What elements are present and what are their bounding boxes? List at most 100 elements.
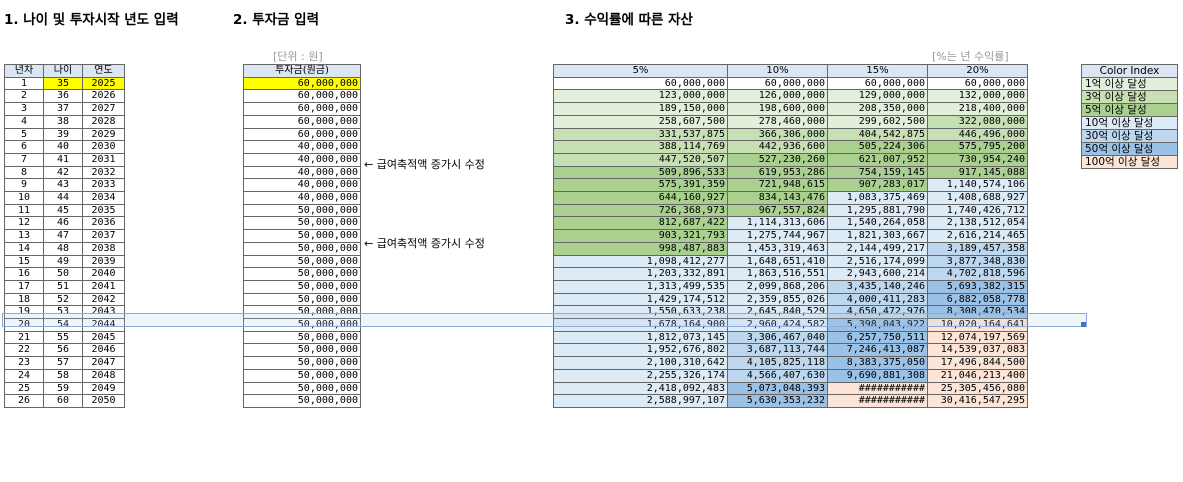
cell-rate-20[interactable]: 1,140,574,106 [927, 178, 1028, 193]
cell-year-index[interactable]: 1 [4, 76, 44, 91]
cell-rate-5[interactable]: 1,678,164,900 [553, 318, 728, 332]
cell-rate-5[interactable]: 388,114,769 [553, 140, 728, 154]
cell-rate-15[interactable]: 1,295,881,790 [827, 203, 928, 218]
cell-investment[interactable]: 50,000,000 [243, 216, 361, 231]
cell-rate-5[interactable]: 123,000,000 [553, 89, 728, 104]
cell-year-index[interactable]: 12 [4, 216, 44, 231]
cell-year-index[interactable]: 3 [4, 102, 44, 116]
cell-age[interactable]: 55 [43, 330, 83, 345]
cell-rate-5[interactable]: 644,160,927 [553, 191, 728, 205]
cell-rate-15[interactable]: ########### [827, 394, 928, 408]
cell-rate-20[interactable]: 10,020,164,641 [927, 318, 1028, 332]
cell-year[interactable]: 2036 [82, 216, 125, 231]
cell-year[interactable]: 2042 [82, 292, 125, 307]
cell-year-index[interactable]: 16 [4, 267, 44, 281]
cell-year[interactable]: 2029 [82, 127, 125, 142]
cell-age[interactable]: 43 [43, 178, 83, 193]
cell-year[interactable]: 2033 [82, 178, 125, 193]
cell-rate-5[interactable]: 2,255,326,174 [553, 368, 728, 383]
cell-rate-5[interactable]: 2,418,092,483 [553, 381, 728, 396]
cell-rate-10[interactable]: 278,460,000 [727, 114, 828, 129]
cell-age[interactable]: 44 [43, 191, 83, 205]
header-rate-5[interactable]: 5% [553, 64, 728, 78]
cell-investment[interactable]: 60,000,000 [243, 114, 361, 129]
cell-rate-10[interactable]: 834,143,476 [727, 191, 828, 205]
cell-age[interactable]: 41 [43, 152, 83, 167]
cell-year-index[interactable]: 19 [4, 305, 44, 320]
cell-rate-20[interactable]: 132,000,000 [927, 89, 1028, 104]
cell-year[interactable]: 2037 [82, 229, 125, 243]
cell-rate-15[interactable]: 621,007,952 [827, 152, 928, 167]
cell-year[interactable]: 2048 [82, 368, 125, 383]
cell-rate-15[interactable]: 8,383,375,050 [827, 356, 928, 370]
cell-year-index[interactable]: 23 [4, 356, 44, 370]
cell-rate-20[interactable]: 8,308,470,534 [927, 305, 1028, 320]
cell-rate-15[interactable]: 2,943,600,214 [827, 267, 928, 281]
cell-rate-15[interactable]: 1,540,264,058 [827, 216, 928, 231]
cell-rate-20[interactable]: 322,080,000 [927, 114, 1028, 129]
cell-rate-5[interactable]: 258,607,500 [553, 114, 728, 129]
cell-investment[interactable]: 50,000,000 [243, 292, 361, 307]
cell-rate-5[interactable]: 447,520,507 [553, 152, 728, 167]
cell-rate-5[interactable]: 2,588,997,107 [553, 394, 728, 408]
cell-year[interactable]: 2027 [82, 102, 125, 116]
cell-rate-15[interactable]: 404,542,875 [827, 127, 928, 142]
cell-rate-15[interactable]: 4,000,411,283 [827, 292, 928, 307]
cell-rate-20[interactable]: 1,408,688,927 [927, 191, 1028, 205]
cell-rate-15[interactable]: 1,083,375,469 [827, 191, 928, 205]
cell-rate-10[interactable]: 126,000,000 [727, 89, 828, 104]
cell-rate-10[interactable]: 198,600,000 [727, 102, 828, 116]
cell-rate-20[interactable]: 218,400,000 [927, 102, 1028, 116]
cell-age[interactable]: 37 [43, 102, 83, 116]
cell-investment[interactable]: 60,000,000 [243, 89, 361, 104]
cell-year[interactable]: 2032 [82, 165, 125, 180]
cell-year[interactable]: 2043 [82, 305, 125, 320]
cell-rate-20[interactable]: 14,539,037,083 [927, 343, 1028, 358]
cell-rate-20[interactable]: 5,693,382,315 [927, 279, 1028, 294]
cell-rate-15[interactable]: 5,398,043,922 [827, 318, 928, 332]
cell-rate-20[interactable]: 12,074,197,569 [927, 330, 1028, 345]
cell-rate-20[interactable]: 2,616,214,465 [927, 229, 1028, 243]
cell-rate-20[interactable]: 575,795,200 [927, 140, 1028, 154]
cell-rate-5[interactable]: 1,313,499,535 [553, 279, 728, 294]
cell-year-index[interactable]: 26 [4, 394, 44, 408]
cell-rate-15[interactable]: 505,224,306 [827, 140, 928, 154]
cell-rate-5[interactable]: 509,896,533 [553, 165, 728, 180]
cell-rate-10[interactable]: 2,960,424,582 [727, 318, 828, 332]
cell-rate-10[interactable]: 1,648,651,410 [727, 254, 828, 269]
cell-rate-10[interactable]: 366,306,000 [727, 127, 828, 142]
cell-rate-20[interactable]: 25,305,456,080 [927, 381, 1028, 396]
cell-rate-15[interactable]: 60,000,000 [827, 76, 928, 91]
cell-rate-10[interactable]: 527,230,260 [727, 152, 828, 167]
cell-rate-15[interactable]: 3,435,140,246 [827, 279, 928, 294]
cell-rate-5[interactable]: 812,687,422 [553, 216, 728, 231]
cell-investment[interactable]: 50,000,000 [243, 267, 361, 281]
cell-rate-10[interactable]: 2,645,840,529 [727, 305, 828, 320]
cell-rate-5[interactable]: 1,098,412,277 [553, 254, 728, 269]
cell-investment[interactable]: 40,000,000 [243, 191, 361, 205]
cell-age[interactable]: 45 [43, 203, 83, 218]
cell-rate-20[interactable]: 446,496,000 [927, 127, 1028, 142]
cell-year[interactable]: 2046 [82, 343, 125, 358]
cell-year-index[interactable]: 20 [4, 318, 44, 332]
cell-investment[interactable]: 60,000,000 [243, 76, 361, 91]
cell-rate-5[interactable]: 189,150,000 [553, 102, 728, 116]
cell-rate-20[interactable]: 730,954,240 [927, 152, 1028, 167]
cell-rate-15[interactable]: 4,650,472,976 [827, 305, 928, 320]
cell-age[interactable]: 36 [43, 89, 83, 104]
cell-year[interactable]: 2031 [82, 152, 125, 167]
cell-age[interactable]: 52 [43, 292, 83, 307]
cell-investment[interactable]: 50,000,000 [243, 368, 361, 383]
cell-year[interactable]: 2044 [82, 318, 125, 332]
cell-rate-20[interactable]: 917,145,088 [927, 165, 1028, 180]
cell-rate-20[interactable]: 6,882,058,778 [927, 292, 1028, 307]
cell-year[interactable]: 2049 [82, 381, 125, 396]
cell-age[interactable]: 38 [43, 114, 83, 129]
cell-age[interactable]: 35 [43, 76, 83, 91]
cell-rate-15[interactable]: 208,350,000 [827, 102, 928, 116]
cell-rate-10[interactable]: 4,566,407,630 [727, 368, 828, 383]
cell-rate-10[interactable]: 4,105,825,118 [727, 356, 828, 370]
cell-year-index[interactable]: 22 [4, 343, 44, 358]
cell-age[interactable]: 59 [43, 381, 83, 396]
cell-investment[interactable]: 50,000,000 [243, 330, 361, 345]
